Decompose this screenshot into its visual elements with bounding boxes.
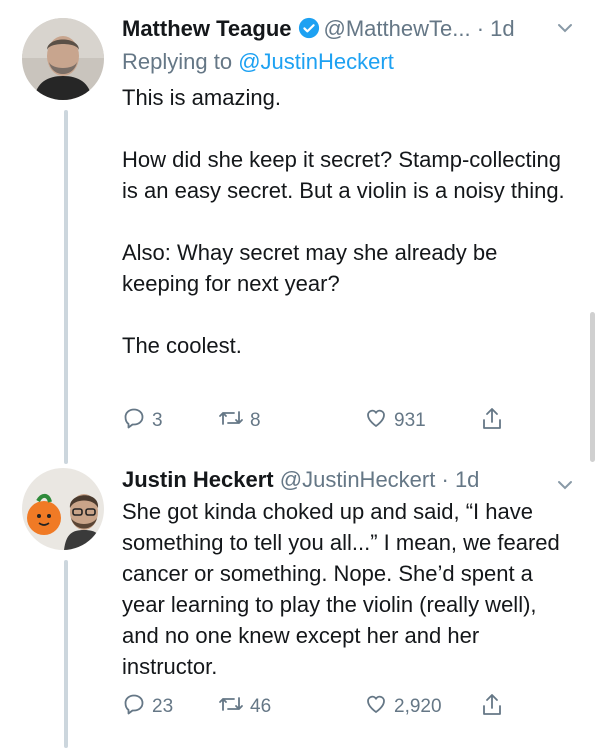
tweet-paragraph: This is amazing. bbox=[122, 85, 281, 110]
tweet-header: Justin Heckert @JustinHeckert · 1d bbox=[122, 466, 576, 494]
reply-icon bbox=[122, 692, 152, 722]
like-icon bbox=[364, 692, 394, 722]
thread-line bbox=[64, 110, 68, 464]
tweet-matthew-teague[interactable]: Matthew Teague @MatthewTe... · 1d Replyin… bbox=[0, 0, 600, 464]
retweet-count: 8 bbox=[250, 410, 261, 431]
tweet-text: She got kinda choked up and said, “I hav… bbox=[122, 496, 576, 682]
verified-icon bbox=[298, 17, 320, 46]
reply-button[interactable]: 23 bbox=[122, 692, 173, 722]
retweet-button[interactable]: 8 bbox=[218, 406, 261, 436]
timestamp[interactable]: 1d bbox=[455, 467, 479, 492]
avatar-matthew-teague[interactable] bbox=[22, 18, 104, 100]
replying-to: Replying to @JustinHeckert bbox=[122, 48, 576, 76]
retweet-button[interactable]: 46 bbox=[218, 692, 271, 722]
author-name[interactable]: Justin Heckert bbox=[122, 467, 274, 492]
like-count: 2,920 bbox=[394, 696, 442, 717]
chevron-down-icon[interactable] bbox=[554, 474, 576, 496]
reply-count: 23 bbox=[152, 696, 174, 717]
tweet-paragraph: Also: Whay secret may she already be kee… bbox=[122, 240, 498, 296]
avatar-justin-heckert[interactable] bbox=[22, 468, 104, 550]
retweet-icon bbox=[218, 692, 250, 722]
tweet-paragraph: The coolest. bbox=[122, 333, 242, 358]
tweet-justin-heckert[interactable]: Justin Heckert @JustinHeckert · 1d She g… bbox=[0, 460, 600, 748]
share-button[interactable] bbox=[480, 406, 510, 438]
tweet-text: This is amazing. How did she keep it sec… bbox=[122, 82, 576, 361]
reply-count: 3 bbox=[152, 410, 163, 431]
share-button[interactable] bbox=[480, 692, 510, 724]
author-handle[interactable]: @MatthewTe... bbox=[324, 16, 471, 41]
like-button[interactable]: 931 bbox=[364, 406, 426, 436]
chevron-down-icon[interactable] bbox=[554, 17, 576, 39]
like-button[interactable]: 2,920 bbox=[364, 692, 442, 722]
tweet-actions: 3 8 931 bbox=[122, 406, 542, 438]
retweet-count: 46 bbox=[250, 696, 272, 717]
tweet-paragraph: She got kinda choked up and said, “I hav… bbox=[122, 499, 560, 679]
reply-icon bbox=[122, 406, 152, 436]
separator: · bbox=[476, 16, 485, 41]
reply-button[interactable]: 3 bbox=[122, 406, 163, 436]
like-count: 931 bbox=[394, 410, 426, 431]
timestamp[interactable]: 1d bbox=[490, 16, 514, 41]
thread-line bbox=[64, 560, 68, 748]
replying-to-prefix: Replying to bbox=[122, 49, 233, 74]
share-icon bbox=[480, 406, 510, 438]
author-name[interactable]: Matthew Teague bbox=[122, 16, 292, 41]
separator: · bbox=[441, 467, 449, 492]
scrollbar[interactable] bbox=[590, 312, 595, 462]
tweet-header: Matthew Teague @MatthewTe... · 1d bbox=[122, 15, 576, 46]
tweet-actions: 23 46 2,920 bbox=[122, 692, 542, 724]
mention-link[interactable]: @JustinHeckert bbox=[238, 49, 394, 74]
author-handle[interactable]: @JustinHeckert bbox=[280, 467, 436, 492]
like-icon bbox=[364, 406, 394, 436]
tweet-paragraph: How did she keep it secret? Stamp-collec… bbox=[122, 147, 565, 203]
share-icon bbox=[480, 692, 510, 724]
retweet-icon bbox=[218, 406, 250, 436]
